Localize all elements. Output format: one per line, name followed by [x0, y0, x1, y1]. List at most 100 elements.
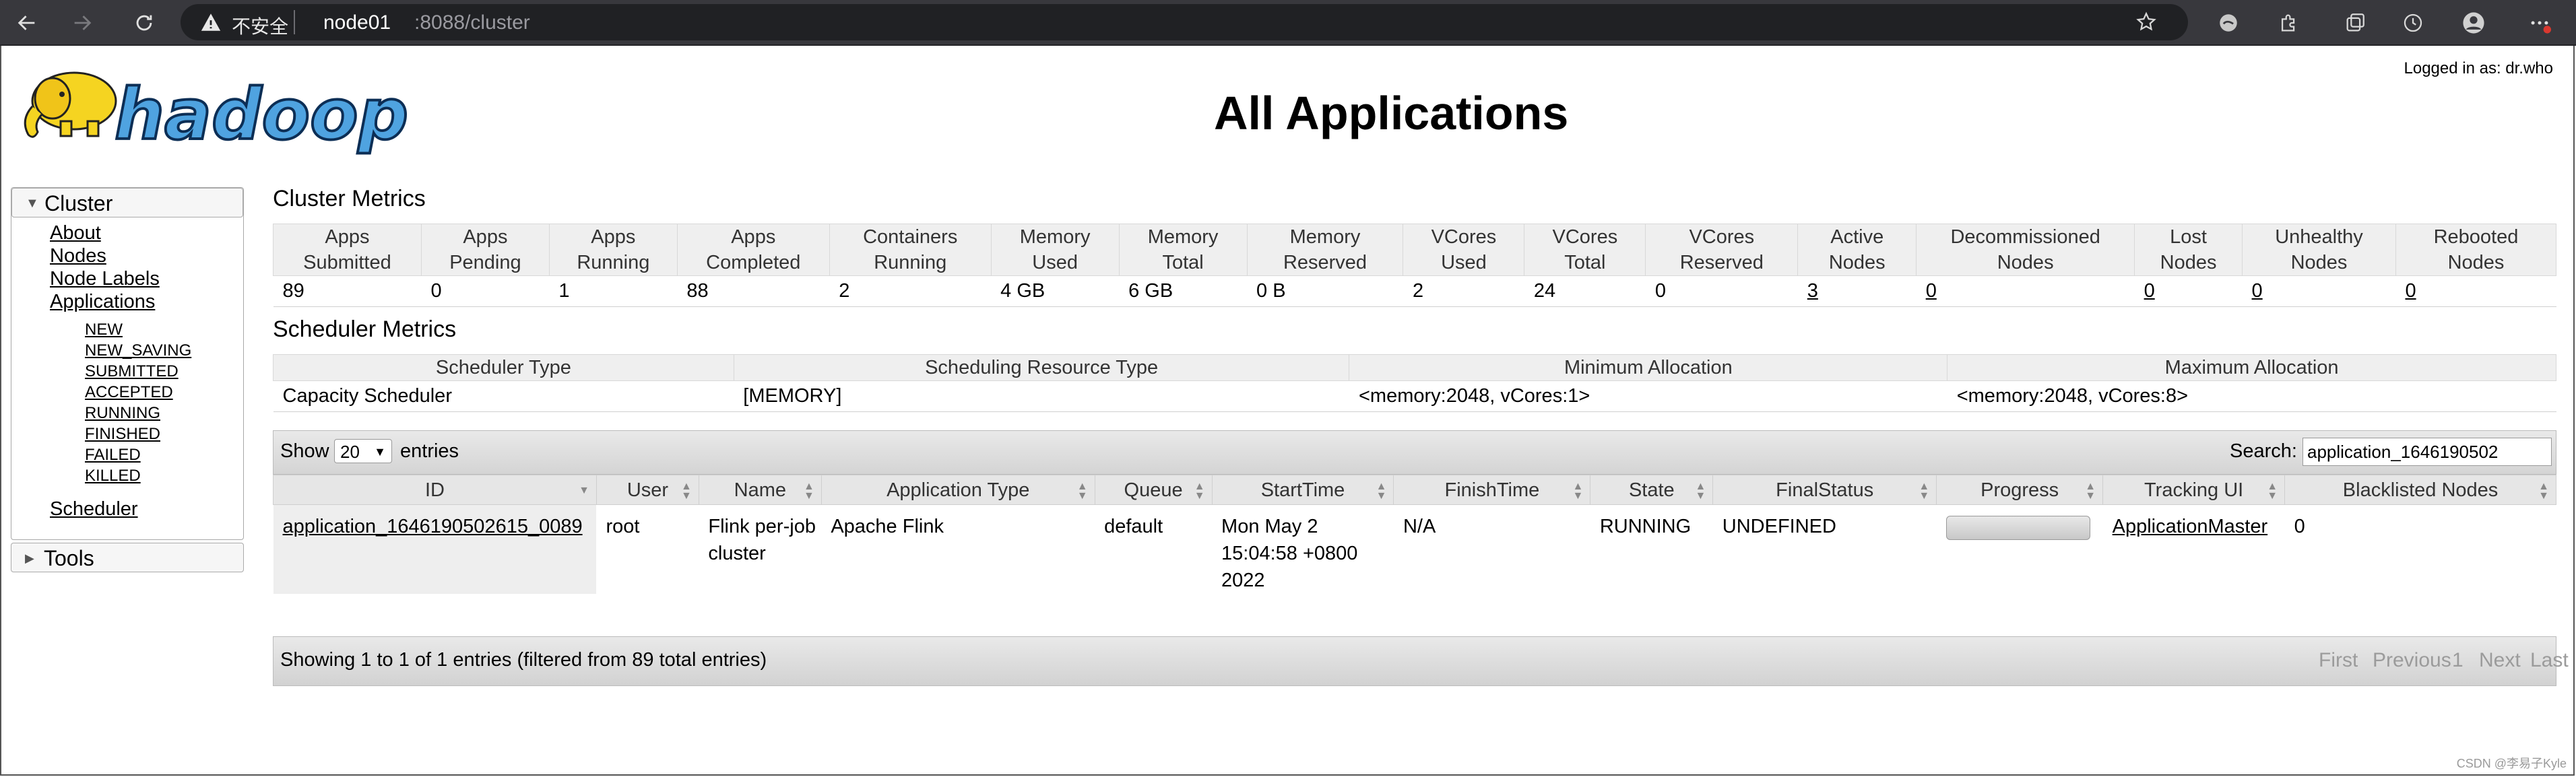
- scheduler-metrics-header-row: Scheduler Type Scheduling Resource Type Mi…: [273, 354, 2556, 381]
- sort-both-icon: ▲ ▼: [1076, 481, 1088, 502]
- address-bar[interactable]: 不安全 node01 :8088/cluster: [181, 4, 2188, 40]
- cluster-metric-header-line: Nodes: [1997, 252, 2054, 273]
- sortable-column-header[interactable]: State ▲ ▼: [1590, 475, 1714, 505]
- search-label: Search:: [2230, 440, 2297, 462]
- nav-state-new-saving[interactable]: NEW_SAVING: [85, 341, 191, 360]
- sort-both-icon: ▲ ▼: [1376, 481, 1387, 502]
- sortable-column-header[interactable]: Progress ▲ ▼: [1936, 475, 2104, 505]
- pager-next-button[interactable]: Next: [2479, 649, 2521, 672]
- cluster-metric-header-line: Reserved: [1679, 252, 1764, 273]
- extension-circle-icon[interactable]: [2214, 8, 2243, 38]
- nav-link-about[interactable]: About: [50, 222, 101, 244]
- cluster-metric-header: Memory Total: [1118, 224, 1248, 276]
- sortable-column-header[interactable]: StartTime ▲ ▼: [1211, 475, 1394, 505]
- nav-state-killed[interactable]: KILLED: [85, 467, 141, 485]
- applications-header-row: ID ▼ User ▲ ▼ Name ▲ ▼ Application Type ▲ ▼ Queue ▲ ▼…: [273, 475, 2556, 505]
- cluster-metric-header-line: Total: [1162, 252, 1204, 273]
- table-cell-progress: [1937, 505, 2103, 595]
- favorite-star-icon[interactable]: [2131, 7, 2161, 37]
- back-button[interactable]: [12, 8, 42, 38]
- cluster-metric-text: 6 GB: [1128, 280, 1173, 302]
- column-header-label: User: [626, 479, 669, 501]
- sortable-column-header[interactable]: Queue ▲ ▼: [1094, 475, 1213, 505]
- cluster-metric-link[interactable]: 0: [1926, 280, 1937, 302]
- column-header-label: Queue: [1124, 479, 1183, 501]
- extensions-puzzle-icon[interactable]: [2274, 8, 2304, 38]
- pager-page-1-button[interactable]: 1: [2452, 649, 2464, 672]
- url-host: node01: [323, 11, 391, 34]
- cluster-metric-link[interactable]: 0: [2252, 280, 2263, 302]
- cluster-metric-value: 89: [273, 275, 422, 307]
- column-header-label: Blacklisted Nodes: [2342, 479, 2499, 501]
- pager-last-button[interactable]: Last: [2530, 649, 2569, 672]
- sort-both-icon: ▲ ▼: [1919, 481, 1930, 502]
- entries-label: entries: [400, 440, 459, 462]
- scheduler-metric-value: <memory:2048, vCores:1>: [1349, 380, 1947, 412]
- cluster-metric-link[interactable]: 3: [1807, 280, 1818, 302]
- sortable-column-header[interactable]: FinishTime ▲ ▼: [1393, 475, 1591, 505]
- tracking-ui-link[interactable]: ApplicationMaster: [2113, 516, 2268, 537]
- sort-both-icon: ▲ ▼: [1695, 481, 1706, 502]
- profile-avatar-icon[interactable]: [2459, 8, 2488, 38]
- hadoop-elephant-logo-icon: hadoop: [24, 71, 410, 157]
- forward-button[interactable]: [67, 8, 97, 38]
- sortable-column-header[interactable]: ID ▼: [273, 475, 597, 505]
- scheduler-metric-value: [MEMORY]: [734, 380, 1349, 412]
- cluster-nav-header[interactable]: ▼ Cluster: [11, 188, 243, 217]
- nav-link-nodes[interactable]: Nodes: [50, 245, 106, 267]
- cluster-metric-header-line: Nodes: [2447, 252, 2505, 273]
- nav-state-failed[interactable]: FAILED: [85, 446, 141, 465]
- nav-state-new[interactable]: NEW: [85, 320, 123, 339]
- sortable-column-header[interactable]: User ▲ ▼: [595, 475, 699, 505]
- url-separator: [294, 10, 295, 34]
- cluster-metric-link[interactable]: 0: [2144, 280, 2155, 302]
- nav-state-accepted[interactable]: ACCEPTED: [85, 383, 173, 402]
- cell-text: root: [606, 516, 640, 537]
- cell-text: Apache Flink: [831, 516, 944, 537]
- history-icon[interactable]: [2398, 8, 2428, 38]
- collections-icon[interactable]: [2340, 8, 2370, 38]
- not-secure-label[interactable]: 不安全: [232, 12, 288, 39]
- cluster-metric-header-line: Pending: [449, 252, 521, 273]
- cluster-metric-header-line: Completed: [706, 252, 801, 273]
- cluster-metric-header-line: Running: [874, 252, 947, 273]
- hadoop-logo[interactable]: hadoop: [13, 59, 418, 164]
- nav-link-node-labels[interactable]: Node Labels: [50, 268, 160, 290]
- pager-previous-button[interactable]: Previous: [2373, 649, 2451, 672]
- nav-state-submitted[interactable]: SUBMITTED: [85, 362, 179, 381]
- column-header-label: Progress: [1981, 479, 2059, 501]
- column-header-label: Tracking UI: [2144, 479, 2244, 501]
- tools-nav-header[interactable]: ▶ Tools: [11, 543, 244, 572]
- expand-triangle-icon: ▼: [26, 196, 39, 211]
- nav-link-applications[interactable]: Applications: [50, 291, 155, 313]
- nav-state-finished[interactable]: FINISHED: [85, 425, 160, 444]
- sortable-column-header[interactable]: Tracking UI ▲ ▼: [2102, 475, 2286, 505]
- sortable-column-header[interactable]: Application Type ▲ ▼: [820, 475, 1095, 505]
- cluster-metric-header-line: VCores: [1689, 226, 1755, 248]
- page-size-select[interactable]: 20 ▼: [334, 439, 392, 463]
- cell-text: default: [1104, 516, 1163, 537]
- nav-link-scheduler[interactable]: Scheduler: [50, 498, 138, 520]
- cluster-metric-header: Apps Completed: [676, 224, 830, 276]
- pager-first-button[interactable]: First: [2319, 649, 2358, 672]
- more-menu-icon[interactable]: [2525, 8, 2554, 38]
- show-label: Show: [280, 440, 329, 462]
- cluster-metric-text: 0: [430, 280, 442, 302]
- table-cell-state: RUNNING: [1590, 505, 1713, 595]
- scheduler-metric-header: Scheduling Resource Type: [733, 354, 1350, 381]
- table-cell-name: Flink per-job cluster: [699, 505, 821, 595]
- sortable-column-header[interactable]: Blacklisted Nodes ▲ ▼: [2284, 475, 2556, 505]
- sortable-column-header[interactable]: FinalStatus ▲ ▼: [1712, 475, 1937, 505]
- search-input[interactable]: [2303, 438, 2552, 466]
- logo-text: hadoop: [115, 73, 408, 156]
- application-id-link[interactable]: application_1646190502615_0089: [283, 516, 583, 537]
- nav-state-running[interactable]: RUNNING: [85, 404, 160, 423]
- reload-button[interactable]: [129, 8, 159, 38]
- cluster-metric-link[interactable]: 0: [2405, 280, 2416, 302]
- cluster-metrics-table: Apps Submitted Apps Pending Apps Running Apps C…: [273, 224, 2557, 307]
- sort-both-icon: ▲ ▼: [2085, 481, 2096, 502]
- sortable-column-header[interactable]: Name ▲ ▼: [698, 475, 822, 505]
- cluster-metric-header-line: VCores: [1552, 226, 1618, 248]
- sort-both-icon: ▲ ▼: [1572, 481, 1584, 502]
- browser-toolbar: 不安全 node01 :8088/cluster: [0, 0, 2576, 46]
